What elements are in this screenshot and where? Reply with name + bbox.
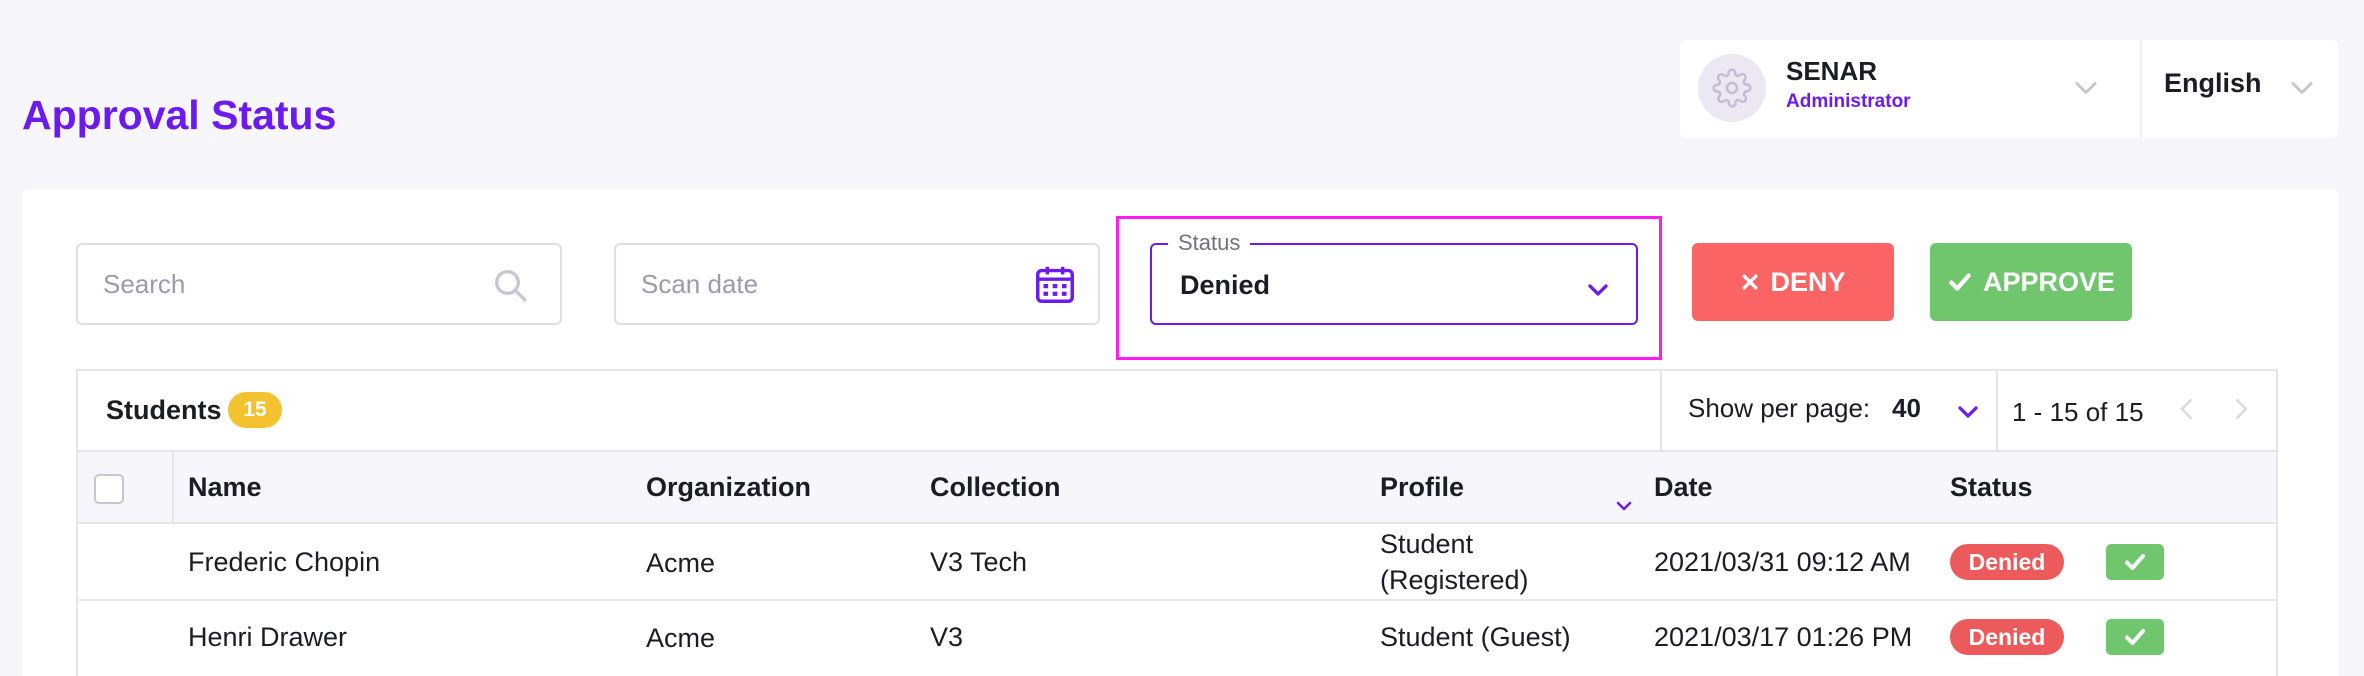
row-1-collection: V3 Tech [930, 547, 1028, 577]
search-placeholder: Search [103, 269, 186, 299]
check-icon [2125, 629, 2145, 645]
per-page-select[interactable]: 40 [1892, 393, 1921, 424]
check-icon [1949, 273, 1971, 291]
check-icon [2125, 554, 2145, 570]
header-divider [172, 450, 174, 524]
row-2-name: Henri Drawer [188, 622, 348, 652]
sort-chevron-icon[interactable] [1612, 494, 1636, 518]
chevron-down-icon[interactable] [2284, 70, 2320, 106]
column-header-status[interactable]: Status [1950, 472, 2033, 503]
calendar-icon[interactable] [1032, 261, 1078, 307]
table-title: Students [106, 395, 222, 425]
user-menu-card: SENAR Administrator English [1680, 40, 2338, 138]
close-icon [1742, 274, 1758, 290]
chevron-down-icon[interactable] [2068, 70, 2104, 106]
row-1-date: 2021/03/31 09:12 AM [1654, 547, 1911, 577]
chevron-down-icon[interactable] [1952, 396, 1984, 428]
row-1-approve-button[interactable] [2106, 544, 2164, 580]
column-header-organization[interactable]: Organization [646, 472, 811, 503]
chevron-left-icon[interactable] [2172, 394, 2202, 424]
toolbar-divider [1660, 369, 1662, 450]
column-header-name[interactable]: Name [188, 472, 262, 503]
toolbar-divider [1996, 369, 1998, 450]
status-badge: Denied [1950, 619, 2064, 655]
column-header-collection[interactable]: Collection [930, 472, 1061, 503]
card-divider [2140, 40, 2142, 138]
search-icon[interactable] [490, 265, 530, 305]
row-1-organization: Acme [646, 548, 716, 578]
search-input[interactable]: Search [76, 243, 562, 325]
approve-label: APPROVE [1982, 266, 2116, 297]
row-1-profile-line1: Student [1380, 529, 1474, 559]
user-role: Administrator [1786, 91, 1911, 112]
language-selector[interactable]: English [2164, 68, 2262, 99]
user-name: SENAR [1786, 56, 1878, 86]
row-1-name: Frederic Chopin [188, 547, 381, 577]
scan-date-placeholder: Scan date [641, 269, 759, 299]
page-title: Approval Status [22, 92, 337, 138]
deny-button[interactable]: DENY [1692, 243, 1894, 321]
pagination-range: 1 - 15 of 15 [2012, 397, 2144, 427]
scan-date-input[interactable]: Scan date [614, 243, 1100, 325]
select-all-checkbox[interactable] [94, 474, 124, 504]
count-badge: 15 [228, 392, 282, 428]
status-selected-value[interactable]: Denied [1180, 270, 1270, 301]
column-header-profile[interactable]: Profile [1380, 472, 1464, 503]
chevron-right-icon[interactable] [2226, 394, 2256, 424]
status-badge: Denied [1950, 544, 2064, 580]
row-2-collection: V3 [930, 622, 964, 652]
deny-label: DENY [1770, 266, 1846, 297]
table-header-row [78, 450, 2276, 524]
row-2-approve-button[interactable] [2106, 619, 2164, 655]
gear-icon [1712, 68, 1752, 108]
column-header-date[interactable]: Date [1654, 472, 1713, 503]
avatar[interactable] [1698, 54, 1766, 122]
row-2-organization: Acme [646, 623, 716, 653]
chevron-down-icon[interactable] [1582, 274, 1614, 306]
status-label: Status [1168, 230, 1251, 256]
per-page-label: Show per page: [1688, 393, 1871, 423]
row-2-date: 2021/03/17 01:26 PM [1654, 622, 1913, 652]
row-1-profile-line2: (Registered) [1380, 565, 1529, 595]
approve-button[interactable]: APPROVE [1930, 243, 2132, 321]
row-separator [78, 599, 2276, 601]
row-2-profile: Student (Guest) [1380, 622, 1571, 652]
